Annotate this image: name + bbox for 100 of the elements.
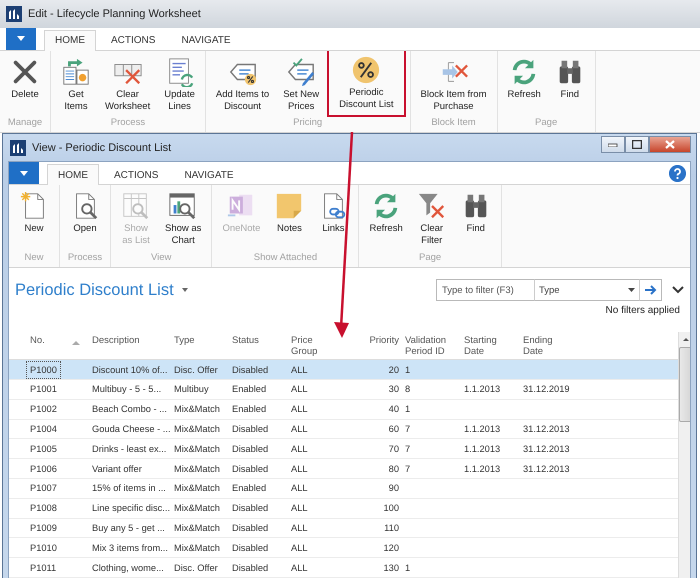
table-cell: Disabled [232,542,268,553]
table-row[interactable]: P1007 15% of items in ... Mix&Match Enabled ALL 90 [9,478,678,498]
ribbon-button[interactable]: Notes [268,185,310,252]
ribbon-button[interactable]: New [13,185,55,252]
table-row[interactable]: P1010 Mix 3 items from... Mix&Match Disabled ALL 120 [9,538,678,558]
table-cell: P1005 [30,444,57,454]
table-row[interactable]: P1006 Variant offer Mix&Match Disabled ALL 80 7 1.1.2013 31.12.2013 [9,458,678,478]
chevron-down-icon [672,286,684,294]
ribbon-group-label: Show Attached [254,252,318,265]
vertical-scrollbar[interactable] [678,332,690,578]
table-cell: P1004 [30,424,57,434]
scrollbar-thumb[interactable] [679,347,690,422]
table-search-icon [121,191,151,221]
ribbon-button[interactable]: Update Lines [158,50,201,117]
ribbon-button[interactable]: Set New Prices [277,50,326,117]
table-cell: Discount 10% of... [92,364,168,375]
ribbon-group-label: Manage [8,117,42,130]
table-cell: P1008 [30,503,57,514]
table-cell: 31.12.2013 [523,424,570,434]
table-cell: Disabled [232,562,268,573]
table-cell: P1006 [30,464,57,474]
ribbon-button[interactable]: Periodic Discount List [327,48,406,117]
table-cell: 20 [388,364,399,375]
table-cell: 60 [388,424,399,434]
table-cell: ALL [291,404,308,414]
table-cell: ALL [291,503,308,514]
table-row[interactable]: P1005 Drinks - least ex... Mix&Match Disabled ALL 70 7 1.1.2013 31.12.2013 [9,438,678,459]
table-cell: ALL [291,384,308,394]
table-cell: Variant offer [92,464,142,474]
caret-icon [182,288,188,292]
table-cell: Disabled [232,424,268,434]
table-cell: 80 [388,464,399,474]
ribbon-button[interactable]: Get Items [55,50,97,117]
ribbon-button[interactable]: Add Items to Discount [210,50,276,117]
column-header[interactable]: No. [30,335,45,346]
page-title: Periodic Discount List [15,280,174,300]
table-cell: Mix&Match [174,464,220,474]
table-cell: P1010 [30,542,57,553]
table-cell: Mix&Match [174,424,220,434]
table-cell: Line specific disc... [92,503,170,514]
ribbon-group-label: Process [110,117,146,130]
table-row[interactable]: P1000 Discount 10% of... Disc. Offer Disabled ALL 20 1 [9,360,678,380]
ribbon-tab[interactable]: NAVIGATE [170,30,242,51]
table-cell: ALL [291,483,308,494]
table-cell: Mix&Match [174,522,220,533]
maximize-button[interactable] [625,136,649,153]
table-cell: 31.12.2013 [523,464,570,474]
ribbon-button[interactable]: Clear Filter [410,185,453,252]
filter-column-dropdown[interactable]: Type [534,279,640,301]
table-row[interactable]: P1008 Line specific disc... Mix&Match Disabled ALL 100 [9,498,678,518]
table-cell: P1011 [30,562,56,573]
table-row[interactable]: P1001 Multibuy - 5 - 5... Multibuy Enabled ALL 30 8 1.1.2013 31.12.2019 [9,379,678,400]
table-row[interactable]: P1011 Clothing, wome... Disc. Offer Disabled ALL 130 1 [9,558,678,578]
table-cell: Buy any 5 - get ... [92,522,165,533]
ribbon-button[interactable]: Refresh [502,50,547,117]
table-cell: Clothing, wome... [92,562,164,573]
ribbon-button[interactable]: Clear Worksheet [99,50,156,117]
table-cell: 30 [388,384,399,394]
ribbon-tab[interactable]: HOME [44,30,96,51]
table-cell: ALL [291,444,308,454]
ribbon-button[interactable]: Find [548,50,591,117]
table-cell: 130 [383,562,399,573]
table-cell: Mix&Match [174,542,220,553]
ribbon-tab[interactable]: ACTIONS [100,30,166,51]
app-menu-button[interactable] [6,28,36,50]
ribbon-group-label: New [24,252,44,265]
table-cell: 120 [383,542,399,553]
ribbon-button[interactable]: Refresh [363,185,409,252]
table-cell: Enabled [232,404,266,414]
table-cell: Disc. Offer [174,364,218,375]
ribbon-tab[interactable]: HOME [47,164,99,185]
ribbon-group-label: Block Item [431,117,476,130]
filter-field[interactable]: Type to filter (F3) [436,279,534,301]
table-cell: Disabled [232,464,268,474]
table-cell: ALL [291,464,308,474]
ribbon-group-label: View [151,252,172,265]
apply-filter-button[interactable] [640,279,662,301]
table-cell: P1002 [30,404,57,414]
close-icon [665,140,675,149]
table-cell: ALL [291,542,308,553]
ribbon-button[interactable]: Find [454,185,497,252]
ribbon-tab[interactable]: NAVIGATE [173,164,245,185]
table-row[interactable]: P1002 Beach Combo - ... Mix&Match Enabled ALL 40 1 [9,399,678,420]
table-cell: 1 [405,404,410,414]
minimize-button[interactable] [601,136,625,153]
table-cell: P1007 [30,483,57,494]
ribbon-button[interactable]: Show as Chart [159,185,208,252]
table-cell: Mix&Match [174,483,220,494]
ribbon-group-label: Pricing [293,117,322,130]
table-row[interactable]: P1009 Buy any 5 - get ... Mix&Match Disabled ALL 110 [9,518,678,538]
ribbon-button[interactable]: Links [312,185,354,252]
close-button[interactable] [649,136,691,153]
table-row[interactable]: P1004 Gouda Cheese - ... Mix&Match Disabled ALL 60 7 1.1.2013 31.12.2013 [9,419,678,439]
ribbon-button[interactable]: Delete [4,50,46,117]
app-menu-button[interactable] [9,162,39,184]
table-cell: 8 [405,384,410,394]
ribbon-tab[interactable]: ACTIONS [103,164,170,185]
ribbon-button[interactable]: Block Item from Purchase [414,50,493,117]
ribbon-button[interactable]: Open [64,185,106,252]
table-cell: 70 [388,444,399,454]
